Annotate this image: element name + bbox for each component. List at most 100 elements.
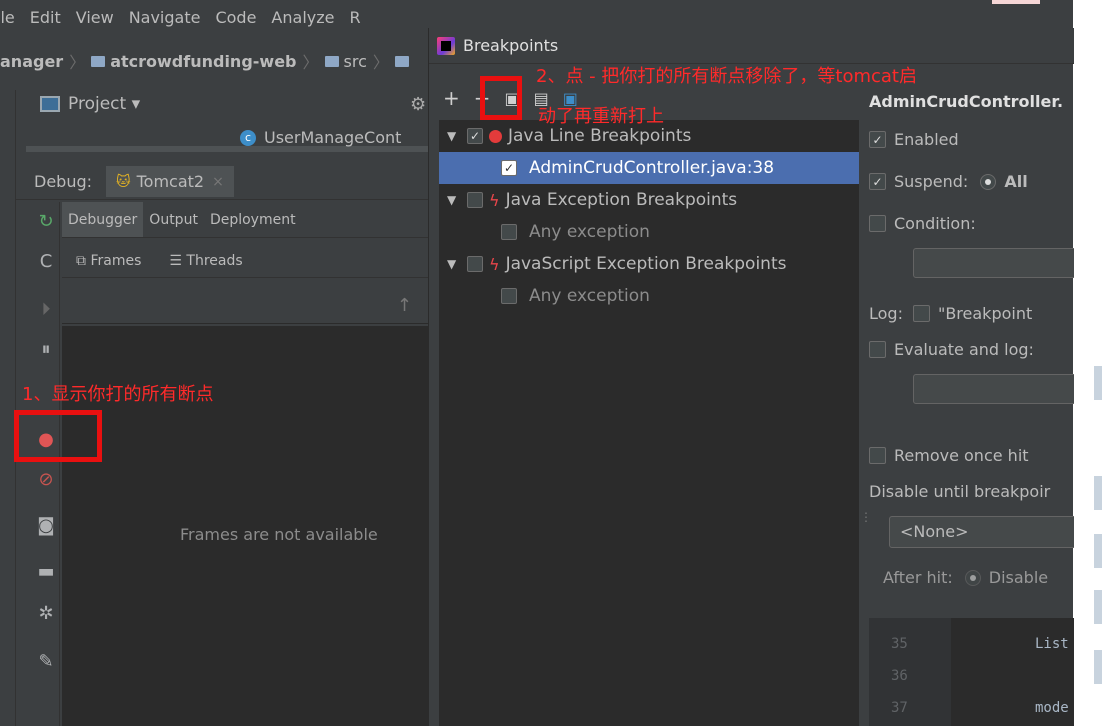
checkbox[interactable]: ✓: [869, 131, 886, 148]
breadcrumb-item[interactable]: src: [344, 52, 367, 71]
project-panel-header[interactable]: Project ▾: [16, 88, 428, 120]
menu-edit[interactable]: Edit: [30, 8, 61, 27]
line-number-gutter: [869, 618, 951, 726]
tree-label: JavaScript Exception Breakpoints: [505, 254, 787, 274]
checkbox[interactable]: [912, 305, 930, 322]
chevron-right-icon: 〉: [372, 53, 389, 72]
evaluate-log-checkbox[interactable]: Evaluate and log:: [869, 340, 1034, 359]
frames-label: Frames: [90, 252, 142, 269]
checkbox[interactable]: [467, 256, 483, 272]
remove-once-hit-checkbox[interactable]: Remove once hit: [869, 446, 1029, 465]
debug-config-label: Tomcat2: [136, 172, 205, 191]
menu-bar: ile Edit View Navigate Code Analyze R: [0, 0, 428, 34]
background-thumbnail: [1094, 366, 1102, 400]
menu-view[interactable]: View: [76, 8, 114, 27]
breakpoints-tree: ▼ ✓ Java Line Breakpoints ✓ AdminCrudCon…: [439, 120, 859, 726]
suspend-checkbox[interactable]: ✓ Suspend: All: [869, 172, 1028, 191]
tree-group-js-exception[interactable]: ▼ ϟ JavaScript Exception Breakpoints: [439, 248, 859, 280]
code-line: List: [1035, 636, 1069, 652]
checkbox[interactable]: ✓: [467, 128, 483, 144]
background-thumbnail: [1094, 650, 1102, 684]
tab-output[interactable]: Output: [143, 212, 204, 228]
menu-file[interactable]: ile: [0, 8, 15, 27]
expand-arrow-icon[interactable]: ▼: [447, 193, 459, 207]
project-label[interactable]: Project ▾: [68, 94, 140, 114]
checkbox[interactable]: ✓: [501, 160, 517, 176]
disable-until-label: Disable until breakpoir: [869, 482, 1051, 501]
checkbox[interactable]: [869, 447, 886, 464]
checkbox[interactable]: [467, 192, 483, 208]
evaluate-field[interactable]: [913, 374, 1074, 404]
editor-tab-label: UserManageCont: [264, 128, 402, 147]
tab-deployment[interactable]: Deployment: [204, 212, 302, 228]
breadcrumb-item[interactable]: atcrowdfunding-web: [110, 52, 296, 71]
condition-checkbox[interactable]: Condition:: [869, 214, 976, 233]
camera-icon[interactable]: ◙: [34, 514, 58, 538]
layout-icon[interactable]: ▬: [34, 560, 58, 584]
tree-item-breakpoint[interactable]: ✓ AdminCrudController.java:38: [439, 152, 859, 184]
restart-icon[interactable]: C: [34, 250, 58, 274]
gear-icon[interactable]: ⚙: [410, 94, 426, 115]
exception-bolt-icon: ϟ: [489, 254, 500, 274]
tree-item-any-exception[interactable]: Any exception: [439, 280, 859, 312]
expand-arrow-icon[interactable]: ▼: [447, 129, 459, 143]
expand-arrow-icon[interactable]: ▼: [447, 257, 459, 271]
code-preview: 35 36 37 List mode: [869, 618, 1074, 726]
tab-threads[interactable]: ☰ Threads: [169, 253, 256, 269]
radio-all[interactable]: [980, 173, 997, 190]
checkbox[interactable]: [501, 288, 517, 304]
mute-breakpoints-icon[interactable]: ⊘: [34, 468, 58, 492]
radio-disable[interactable]: [964, 569, 981, 586]
pin-icon[interactable]: ✎: [34, 650, 58, 674]
evaluate-log-label: Evaluate and log:: [894, 340, 1034, 359]
enabled-checkbox[interactable]: ✓ Enabled: [869, 130, 959, 149]
arrow-up-icon[interactable]: ↑: [397, 295, 412, 316]
breadcrumb-item[interactable]: anager: [0, 52, 63, 71]
close-icon[interactable]: ×: [212, 174, 224, 190]
debug-toolbar: ↻ C ⏵ ⏸ ● ⊘ ◙ ▬ ✲ ✎: [30, 202, 60, 726]
menu-refactor[interactable]: R: [349, 8, 360, 27]
settings-icon[interactable]: ✲: [34, 602, 58, 626]
tab-debugger[interactable]: Debugger: [62, 202, 144, 237]
class-icon: c: [240, 129, 256, 146]
disable-until-select[interactable]: <None>: [889, 516, 1074, 548]
annotation-box-remove: [480, 76, 522, 120]
line-number: 36: [891, 668, 908, 684]
module-folder-icon: [91, 55, 106, 67]
condition-label: Condition:: [894, 214, 976, 233]
tree-label: Any exception: [529, 222, 650, 242]
background-thumbnail: [1094, 534, 1102, 568]
pause-icon[interactable]: ⏸: [34, 338, 58, 362]
menu-code[interactable]: Code: [215, 8, 256, 27]
threads-label: Threads: [186, 252, 243, 269]
checkbox[interactable]: [501, 224, 517, 240]
checkbox[interactable]: ✓: [869, 173, 886, 190]
checkbox[interactable]: [869, 341, 886, 358]
tomcat-icon: 🐱: [116, 173, 131, 190]
menu-analyze[interactable]: Analyze: [271, 8, 334, 27]
checkbox[interactable]: [869, 215, 886, 232]
suspend-all-label: All: [1004, 172, 1028, 191]
breakpoints-dialog: Breakpoints + − ▣ ▤ ▣ ▼ ✓ Java Line Brea…: [428, 28, 1074, 726]
add-icon[interactable]: +: [443, 86, 460, 110]
dialog-title: Breakpoints: [463, 36, 559, 55]
tree-item-any-exception[interactable]: Any exception: [439, 216, 859, 248]
debug-label: Debug:: [34, 172, 93, 191]
tab-frames[interactable]: ⧉ Frames: [76, 253, 155, 269]
condition-field[interactable]: [913, 248, 1074, 278]
project-icon: [40, 96, 60, 112]
resume-icon[interactable]: ⏵: [34, 298, 58, 322]
line-number: 35: [891, 636, 908, 652]
editor-tab[interactable]: c UserManageCont: [240, 128, 401, 147]
code-line: mode: [1035, 700, 1069, 716]
rerun-icon[interactable]: ↻: [34, 210, 58, 234]
menu-navigate[interactable]: Navigate: [129, 8, 201, 27]
breakpoint-icon: [489, 129, 502, 143]
dialog-title-bar: Breakpoints: [429, 28, 1074, 64]
frames-empty-message: Frames are not available: [180, 525, 378, 544]
splitter[interactable]: ⋮: [859, 120, 872, 726]
tree-group-java-exception[interactable]: ▼ ϟ Java Exception Breakpoints: [439, 184, 859, 216]
tree-label: Java Exception Breakpoints: [505, 190, 738, 210]
debug-config-tab[interactable]: 🐱 Tomcat2 ×: [106, 166, 234, 197]
suspend-label: Suspend:: [894, 172, 969, 191]
